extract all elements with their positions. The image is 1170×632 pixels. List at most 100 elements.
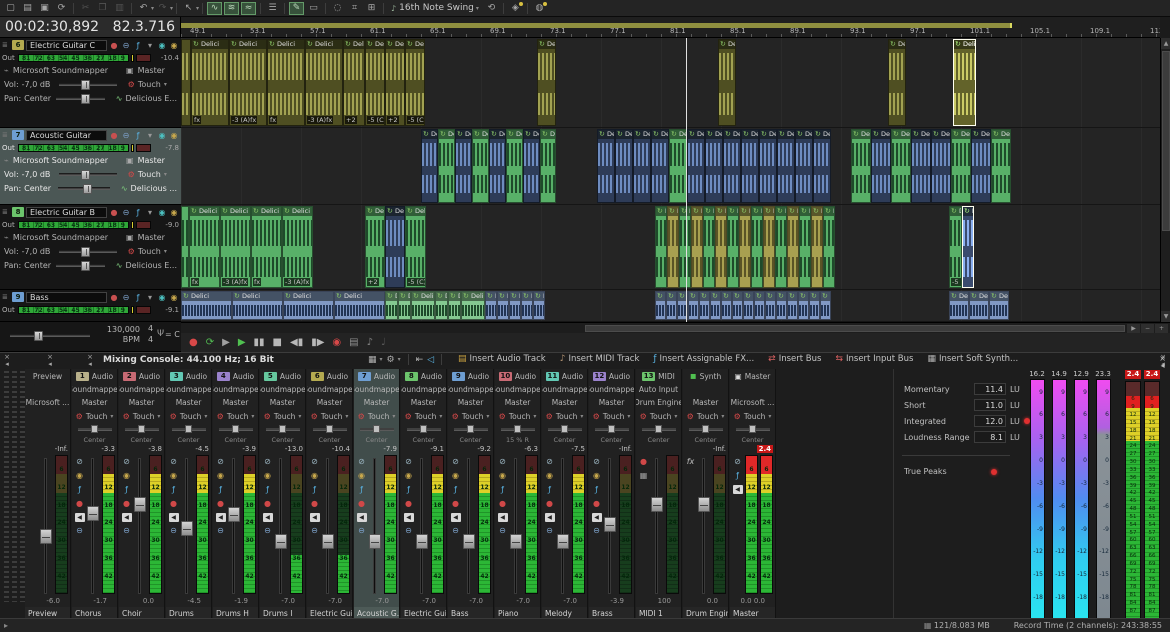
phase-icon[interactable]: ⊘ (356, 457, 368, 467)
fx-icon[interactable]: ƒ (133, 41, 143, 50)
pan-slider-handle[interactable] (420, 425, 427, 433)
input-monitor-icon[interactable]: ◀ (357, 513, 367, 522)
channel-fader[interactable] (561, 458, 564, 594)
scroll-down-button[interactable]: ▼ (1161, 311, 1170, 322)
strip-automation-row[interactable]: ⚙Touch▾ (448, 409, 493, 424)
fader-handle[interactable] (510, 534, 522, 549)
envelope-delete-icon[interactable]: ≈ (241, 2, 256, 15)
audio-clip[interactable]: De (688, 291, 699, 320)
fader-handle[interactable] (369, 534, 381, 549)
audio-clip[interactable]: Delicifx (191, 39, 229, 126)
strip-automation-row[interactable]: ⚙Touch▾ (683, 409, 728, 424)
phase-icon[interactable]: ⊘ (168, 457, 180, 467)
audio-clip[interactable]: De (655, 291, 666, 320)
strip-device-row[interactable] (25, 383, 70, 396)
pan-slider-handle[interactable] (83, 184, 92, 194)
dock-collapse-icon[interactable]: ⇤ (416, 355, 424, 365)
pan-slider-handle[interactable] (185, 425, 192, 433)
fader-handle[interactable] (604, 517, 616, 532)
audio-clip[interactable]: Del (951, 129, 971, 203)
channel-fader[interactable] (232, 458, 235, 594)
mixer-channel-strip[interactable]: 12AudioSoundmapperMaster⚙Touch▾Center-In… (589, 369, 635, 619)
audio-clip[interactable]: Del (777, 129, 795, 203)
strip-bus-row[interactable]: Master (72, 396, 117, 409)
pan-value[interactable]: Center (589, 435, 634, 444)
audio-clip[interactable]: Del (523, 129, 540, 203)
trim-icon[interactable]: ◉ (262, 471, 274, 481)
pan-slider[interactable] (56, 264, 105, 267)
audio-clip[interactable]: De (787, 291, 798, 320)
arm-record-icon[interactable]: ● (309, 499, 321, 509)
strip-bus-row[interactable]: Microsoft ... (730, 396, 775, 409)
audio-clip[interactable]: De (751, 206, 763, 288)
audio-clip[interactable]: Del (888, 39, 906, 126)
audio-clip[interactable]: Del (435, 291, 448, 320)
volume-slider-handle[interactable] (81, 170, 90, 180)
vertical-scroll-handle[interactable] (1162, 51, 1170, 231)
dock-tab-controls[interactable]: ×◂ (45, 354, 55, 368)
erase-tool-icon[interactable]: ◌ (330, 2, 345, 15)
mute-icon[interactable]: ⊖ (450, 526, 462, 536)
horizontal-scrollbar[interactable]: ▶ − + (181, 322, 1170, 333)
fx-icon[interactable]: ƒ (262, 485, 274, 495)
phase-icon[interactable]: ⊘ (732, 457, 744, 467)
phase-icon[interactable]: ⊘ (450, 457, 462, 467)
audio-clip[interactable]: De (666, 291, 677, 320)
audio-clip[interactable]: De (823, 206, 835, 288)
pan-slider[interactable] (58, 187, 110, 190)
strip-device-row[interactable]: Soundmapper (119, 383, 164, 396)
strip-automation-row[interactable]: ⚙Touch▾ (166, 409, 211, 424)
strip-bus-row[interactable]: Master (354, 396, 399, 409)
fx-icon[interactable]: ƒ (168, 485, 180, 495)
pan-value[interactable]: Center (448, 435, 493, 444)
vol-value[interactable]: -7,0 dB (22, 80, 56, 89)
strip-device-row[interactable] (730, 383, 775, 396)
input-monitor-icon[interactable]: ◀ (592, 513, 602, 522)
arm-record-icon[interactable]: ● (497, 499, 509, 509)
audio-clip[interactable]: De (721, 291, 732, 320)
strip-device-row[interactable]: Auto Input (636, 383, 681, 396)
insert-soft-synth-button[interactable]: ▦Insert Soft Synth... (927, 354, 1018, 364)
audio-clip[interactable]: De (787, 206, 799, 288)
strip-device-row[interactable]: Soundmapper (401, 383, 446, 396)
audio-clip[interactable]: De (710, 291, 721, 320)
fx-chain-name[interactable]: Delicious ... (131, 184, 177, 193)
audio-clip[interactable]: Deli (461, 291, 485, 320)
stop-button[interactable]: ■ (273, 336, 282, 350)
new-file-icon[interactable]: ▢ (3, 2, 18, 15)
audio-clip[interactable]: Del (537, 39, 556, 126)
audio-clip[interactable]: De (667, 206, 679, 288)
insert-input-bus-button[interactable]: ⇆Insert Input Bus (835, 354, 913, 364)
key-value[interactable]: = C (165, 330, 180, 339)
arm-record-icon[interactable]: ● (450, 499, 462, 509)
pan-slider[interactable] (125, 428, 159, 431)
dropdown-icon[interactable]: ▾ (145, 131, 155, 140)
audio-clip[interactable]: De (715, 206, 727, 288)
audio-clip[interactable]: Del (385, 206, 405, 288)
record-button[interactable]: ● (189, 336, 198, 350)
gain-knob-icon[interactable]: ◉ (169, 208, 179, 217)
audio-clip[interactable]: Del (489, 129, 506, 203)
chevron-down-icon[interactable]: ▾ (170, 5, 173, 12)
arm-record-icon[interactable]: ● (109, 131, 119, 140)
strip-volume-value[interactable]: -7.0 (307, 597, 352, 607)
audio-clip[interactable]: Del (759, 129, 777, 203)
strip-automation-row[interactable]: ⚙Touch▾ (542, 409, 587, 424)
audio-clip[interactable]: Del (871, 129, 891, 203)
audio-clip[interactable]: Del (540, 129, 556, 203)
mixer-channel-strip[interactable]: PreviewMicrosoft ...-Inf.6121824303642-6… (25, 369, 71, 619)
strip-automation-row[interactable]: ⚙Touch▾ (354, 409, 399, 424)
strip-bus-row[interactable]: Drum Engine (636, 396, 681, 409)
go-to-start-button[interactable]: ◀▮ (290, 336, 303, 350)
fader-handle[interactable] (557, 534, 569, 549)
trim-icon[interactable]: ◉ (168, 471, 180, 481)
strip-bus-row[interactable]: Master (213, 396, 258, 409)
mute-icon[interactable]: ⊖ (168, 526, 180, 536)
audio-clip[interactable]: De (799, 206, 811, 288)
audio-clip[interactable]: Del (989, 291, 1009, 320)
pan-slider-handle[interactable] (232, 425, 239, 433)
pan-slider-handle[interactable] (655, 425, 662, 433)
strip-automation-row[interactable]: ⚙Touch▾ (119, 409, 164, 424)
audio-clip[interactable]: Del (991, 129, 1011, 203)
swing-preset-select[interactable]: ♪16th Note Swing▾ (387, 2, 483, 15)
